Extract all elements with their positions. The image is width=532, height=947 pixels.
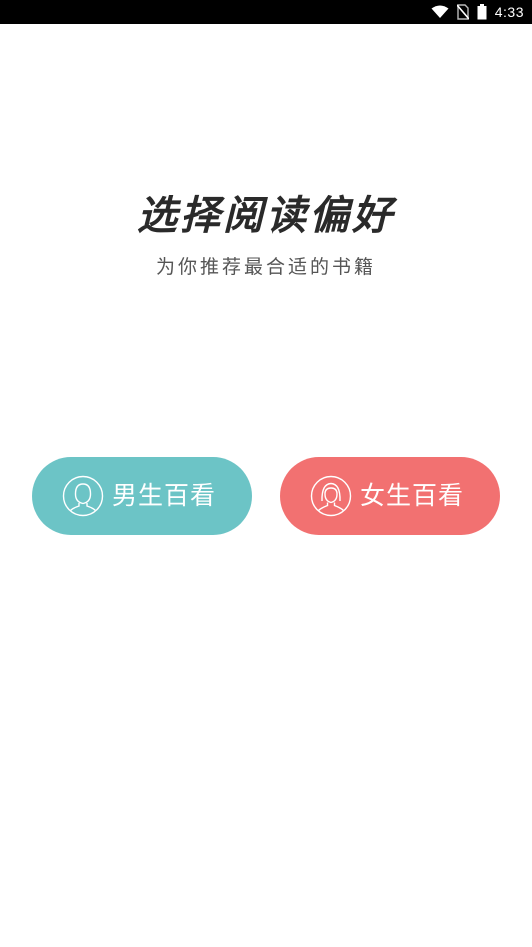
status-bar: 4:33 bbox=[0, 0, 532, 24]
preference-screen: 4:33 选择阅读偏好 为你推荐最合适的书籍 男生百看 女生百看 bbox=[0, 0, 532, 947]
status-time: 4:33 bbox=[494, 4, 524, 20]
battery-icon bbox=[477, 4, 487, 20]
page-title: 选择阅读偏好 bbox=[137, 193, 395, 239]
female-avatar-icon bbox=[310, 475, 352, 517]
female-preference-label: 女生百看 bbox=[360, 481, 465, 510]
male-avatar-icon bbox=[62, 475, 104, 517]
wifi-icon bbox=[431, 5, 449, 19]
status-icons: 4:33 bbox=[431, 0, 524, 24]
female-preference-button[interactable]: 女生百看 bbox=[280, 457, 500, 535]
no-sim-icon bbox=[456, 4, 469, 20]
male-preference-label: 男生百看 bbox=[112, 481, 217, 510]
page-subtitle: 为你推荐最合适的书籍 bbox=[155, 256, 376, 278]
male-preference-button[interactable]: 男生百看 bbox=[32, 457, 252, 535]
